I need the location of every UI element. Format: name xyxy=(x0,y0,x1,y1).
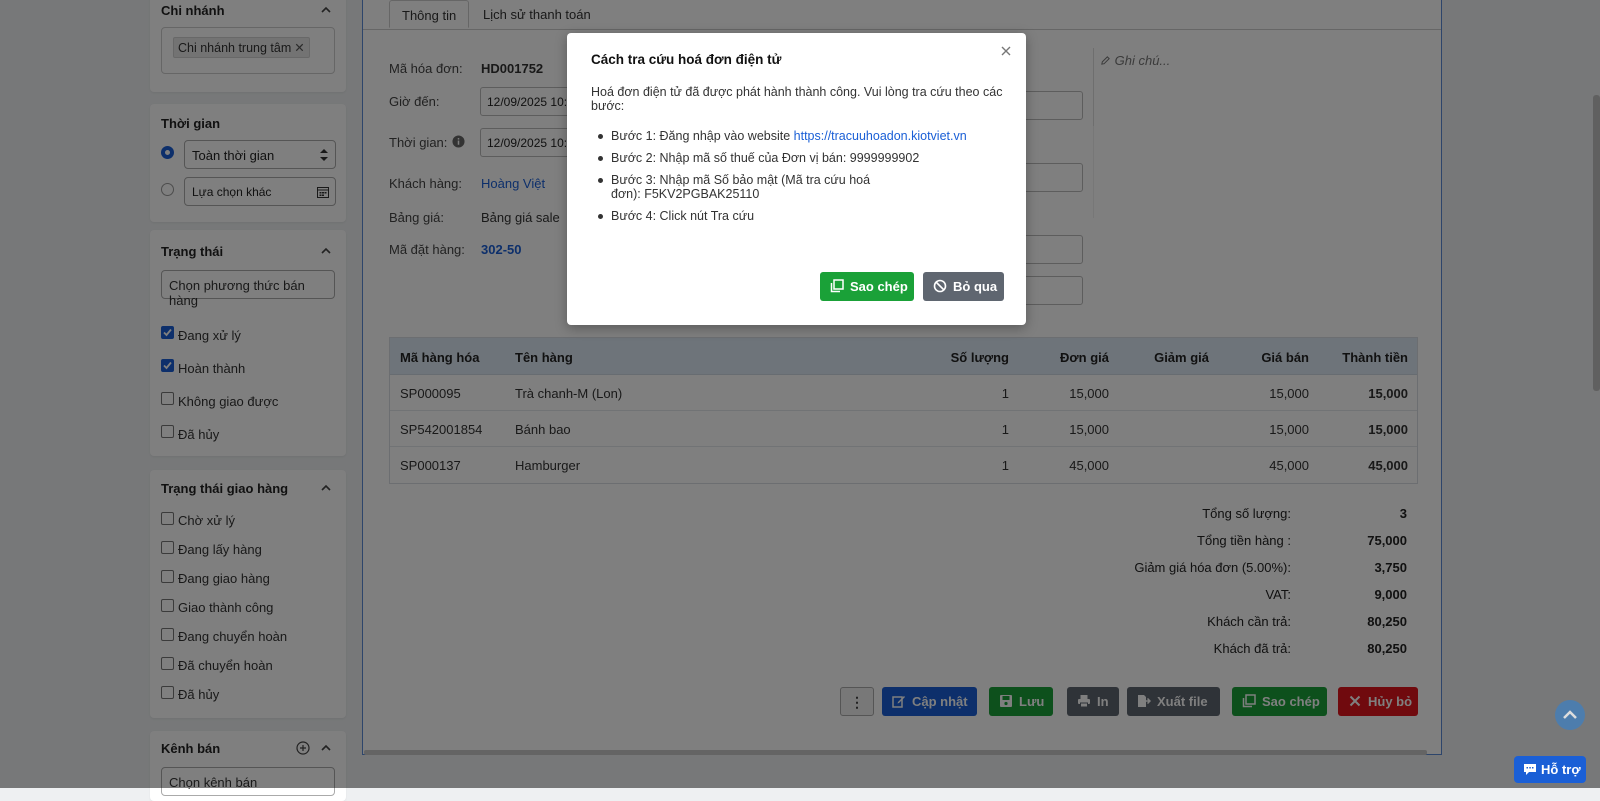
close-icon[interactable] xyxy=(1000,45,1012,57)
modal-copy-button[interactable]: Sao chép xyxy=(820,272,914,301)
support-button[interactable]: Hỗ trợ xyxy=(1514,756,1586,783)
ban-icon xyxy=(933,279,947,293)
arrow-up-icon xyxy=(1563,710,1577,719)
step-3: Bước 3: Nhập mã Số bảo mật (Mã tra cứu h… xyxy=(591,173,1003,201)
einvoice-lookup-modal: Cách tra cứu hoá đơn điện tử Hoá đơn điệ… xyxy=(567,33,1026,325)
step-1-text: Bước 1: Đăng nhập vào website xyxy=(611,129,794,143)
support-label: Hỗ trợ xyxy=(1541,762,1581,777)
step-4: Bước 4: Click nút Tra cứu xyxy=(591,209,1003,223)
modal-skip-button[interactable]: Bỏ qua xyxy=(923,272,1004,301)
chat-icon xyxy=(1524,764,1536,775)
lookup-steps: Bước 1: Đăng nhập vào website https://tr… xyxy=(591,129,1003,231)
copy-icon xyxy=(830,279,844,293)
scroll-to-top-button[interactable] xyxy=(1555,700,1585,730)
modal-description: Hoá đơn điện tử đã được phát hành thành … xyxy=(591,85,1003,113)
step-1: Bước 1: Đăng nhập vào website https://tr… xyxy=(591,129,1003,143)
modal-title: Cách tra cứu hoá đơn điện tử xyxy=(591,52,782,67)
step-2: Bước 2: Nhập mã số thuế của Đơn vị bán: … xyxy=(591,151,1003,165)
modal-skip-label: Bỏ qua xyxy=(953,279,998,294)
lookup-website-link[interactable]: https://tracuuhoadon.kiotviet.vn xyxy=(794,129,967,143)
modal-copy-label: Sao chép xyxy=(850,279,908,294)
